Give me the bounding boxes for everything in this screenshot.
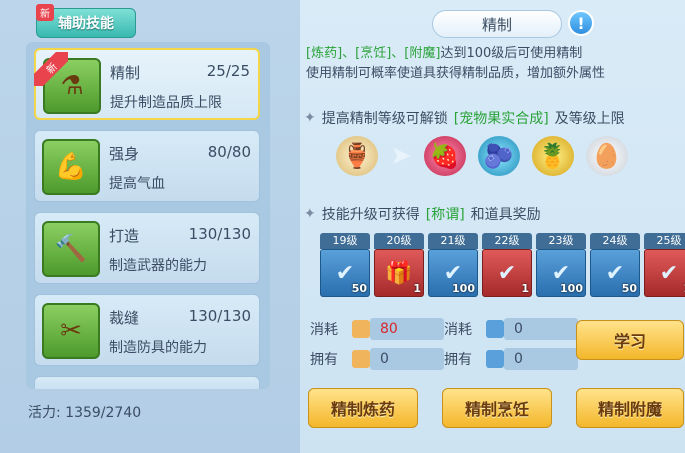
cost-row-2: 消耗 0	[444, 318, 578, 340]
new-badge: 新	[36, 4, 54, 21]
sewing-icon: ✂	[42, 303, 100, 359]
crafting-skill-window: 辅助技能 新 ⚗ 新 精制 25/25 提升制造品质上限 💪 强身 80/80 …	[0, 0, 685, 453]
vitality-value: 1359/2740	[65, 405, 142, 421]
reward-level: 21级	[428, 233, 478, 249]
help-icon[interactable]: !	[568, 10, 594, 36]
reward-item[interactable]: 20级 🎁 1	[374, 233, 424, 297]
white-egg-icon[interactable]: 🥚	[585, 136, 628, 176]
skill-item-refine[interactable]: ⚗ 新 精制 25/25 提升制造品质上限	[34, 48, 260, 120]
skill-name: 打造	[109, 227, 140, 245]
skill-level: 25/25	[206, 62, 250, 80]
own-value: 0	[380, 351, 389, 367]
unlock-text-green: [宠物果实合成]	[453, 111, 549, 127]
reward-section: ✦ 技能升级可获得 [称谓] 和道具奖励	[304, 204, 541, 224]
skill-level: 80/80	[207, 143, 251, 161]
cost-value-pill: 0	[486, 318, 578, 340]
skill-item-tailor[interactable]: ✂ 裁缝 130/130 制造防具的能力	[34, 294, 260, 366]
skill-list[interactable]: ⚗ 新 精制 25/25 提升制造品质上限 💪 强身 80/80 提高气血 🔨 …	[26, 42, 270, 389]
reward-item[interactable]: 25级 ✔1	[644, 233, 685, 297]
cost-value: 80	[380, 321, 398, 337]
check-scroll-icon: ✔1	[644, 249, 685, 297]
new-ribbon: 新	[34, 52, 68, 86]
reward-level: 22级	[482, 233, 532, 249]
vitality-label: 活力:	[28, 405, 61, 421]
hammer-icon: 🔨	[42, 221, 100, 277]
reward-item[interactable]: 21级 ✔ 100	[428, 233, 478, 297]
cost-value-pill: 80	[352, 318, 444, 340]
own-row-1: 拥有 0	[310, 348, 444, 370]
scroll-coin-icon	[352, 350, 370, 368]
skill-desc: 提高气血	[109, 176, 165, 192]
skill-name: 裁缝	[109, 309, 140, 327]
own-value: 0	[514, 351, 523, 367]
own-label: 拥有	[310, 352, 338, 368]
reward-level: 25级	[644, 233, 685, 249]
own-value-pill: 0	[486, 348, 578, 370]
sparkle-icon: ✦	[304, 110, 316, 126]
reward-text-green: [称谓]	[425, 207, 465, 223]
red-fruit-icon[interactable]: 🍓	[423, 136, 466, 176]
cost-label: 消耗	[444, 322, 472, 338]
intro-green: [炼药]、[烹饪]、[附魔]	[306, 46, 441, 61]
pet-fruit-altar-icon[interactable]: 🏺	[336, 136, 378, 176]
reward-level: 20级	[374, 233, 424, 249]
blue-scroll-icon	[486, 320, 504, 338]
reward-item[interactable]: 19级 ✔ 50	[320, 233, 370, 297]
intro-line2: 使用精制可概率使道具获得精制品质，增加额外属性	[306, 66, 606, 81]
skill-desc: 提升制造品质上限	[110, 95, 222, 111]
skill-item-partial[interactable]	[34, 376, 260, 389]
blue-scroll-icon	[486, 350, 504, 368]
check-scroll-icon: ✔ 50	[590, 249, 640, 297]
unlock-text-a: 提高精制等级可解锁	[321, 111, 448, 127]
sparkle-icon: ✦	[304, 206, 316, 222]
skill-name: 强身	[109, 145, 140, 163]
skill-item-strength[interactable]: 💪 强身 80/80 提高气血	[34, 130, 260, 202]
own-label: 拥有	[444, 352, 472, 368]
reward-text-a: 技能升级可获得	[321, 207, 420, 223]
skill-level: 130/130	[188, 225, 251, 243]
check-orb-icon: ✔ 100	[536, 249, 586, 297]
reward-item[interactable]: 24级 ✔ 50	[590, 233, 640, 297]
check-scroll-icon: ✔ 50	[320, 249, 370, 297]
refine-cooking-button[interactable]: 精制烹饪	[442, 388, 552, 428]
skill-list-panel: 辅助技能 新 ⚗ 新 精制 25/25 提升制造品质上限 💪 强身 80/80 …	[0, 0, 300, 453]
skill-desc: 制造武器的能力	[109, 258, 207, 274]
cost-value: 0	[514, 321, 523, 337]
panel-title: 精制	[432, 10, 562, 38]
reward-level: 23级	[536, 233, 586, 249]
intro-text: [炼药]、[烹饪]、[附魔]达到100级后可使用精制 使用精制可概率使道具获得精…	[306, 44, 685, 84]
reward-level: 24级	[590, 233, 640, 249]
blue-fruit-icon[interactable]: 🫐	[477, 136, 520, 176]
yellow-fruit-icon[interactable]: 🍍	[531, 136, 574, 176]
intro-line1: 达到100级后可使用精制	[440, 46, 583, 61]
scroll-coin-icon	[352, 320, 370, 338]
unlock-items: 🏺 ➤ 🍓 🫐 🍍 🥚	[336, 136, 628, 176]
reward-strip[interactable]: 19级 ✔ 50 20级 🎁 1 21级 ✔ 100 22级 ✔ 1 23级 ✔ 100 …	[304, 233, 685, 297]
reward-level: 19级	[320, 233, 370, 249]
reward-item[interactable]: 23级 ✔ 100	[536, 233, 586, 297]
check-orb-icon: ✔ 100	[428, 249, 478, 297]
cost-label: 消耗	[310, 322, 338, 338]
check-scroll-icon: ✔1	[482, 249, 532, 297]
vitality-readout: 活力: 1359/2740	[28, 402, 141, 422]
own-row-2: 拥有 0	[444, 348, 578, 370]
reward-text-b: 和道具奖励	[470, 207, 541, 223]
skill-level: 130/130	[188, 307, 251, 325]
own-value-pill: 0	[352, 348, 444, 370]
skill-detail-panel: 精制 ! [炼药]、[烹饪]、[附魔]达到100级后可使用精制 使用精制可概率使…	[300, 0, 685, 453]
cost-row-1: 消耗 80	[310, 318, 444, 340]
skill-item-forge[interactable]: 🔨 打造 130/130 制造武器的能力	[34, 212, 260, 284]
skill-name: 精制	[110, 64, 141, 82]
unlock-section: ✦ 提高精制等级可解锁 [宠物果实合成] 及等级上限	[304, 108, 625, 128]
skill-desc: 制造防具的能力	[109, 340, 207, 356]
learn-button[interactable]: 学习	[576, 320, 684, 360]
muscle-icon: 💪	[42, 139, 100, 195]
gift-box-icon: 🎁 1	[374, 249, 424, 297]
refine-enchant-button[interactable]: 精制附魔	[576, 388, 684, 428]
reward-item[interactable]: 22级 ✔ 1	[482, 233, 532, 297]
refine-alchemy-button[interactable]: 精制炼药	[308, 388, 418, 428]
unlock-text-b: 及等级上限	[554, 111, 625, 127]
arrow-right-icon: ➤	[390, 141, 412, 171]
